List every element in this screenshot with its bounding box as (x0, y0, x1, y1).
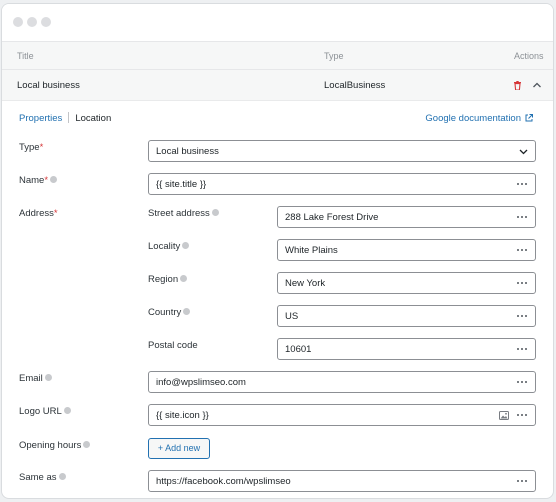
table-header: Title Type Actions (2, 41, 553, 70)
opening-hours-label-text: Opening hours (19, 440, 82, 451)
info-icon[interactable] (50, 176, 58, 183)
same-as-label: Same as (19, 472, 66, 483)
country-value: US (285, 311, 299, 322)
window-maximize-button[interactable] (41, 17, 51, 27)
postal-code-value: 10601 (285, 344, 312, 355)
info-icon[interactable] (183, 308, 191, 315)
info-icon[interactable] (58, 473, 66, 480)
type-label: Type* (19, 142, 43, 153)
schema-tabs: Properties Location (19, 112, 111, 124)
add-opening-hours-button[interactable]: + Add new (148, 438, 210, 459)
logo-url-value: {{ site.icon }} (156, 410, 209, 421)
region-label: Region (148, 274, 188, 285)
info-icon[interactable] (182, 242, 190, 249)
street-address-value: 288 Lake Forest Drive (285, 212, 379, 223)
address-label: Address* (19, 208, 58, 219)
required-marker: * (39, 142, 44, 153)
region-input[interactable]: New York (277, 272, 536, 294)
name-label: Name* (19, 175, 58, 186)
window-titlebar (2, 4, 553, 41)
trash-icon[interactable] (514, 81, 521, 90)
chevron-down-icon (519, 149, 528, 155)
chevron-up-icon[interactable] (532, 81, 542, 89)
opening-hours-label: Opening hours (19, 440, 91, 451)
info-icon[interactable] (83, 441, 91, 448)
locality-value: White Plains (285, 245, 338, 256)
locality-label-text: Locality (148, 241, 181, 252)
same-as-input[interactable]: https://facebook.com/wpslimseo (148, 470, 536, 492)
column-header-actions: Actions (514, 51, 544, 61)
email-input[interactable]: info@wpslimseo.com (148, 371, 536, 393)
more-options-icon[interactable] (517, 216, 528, 219)
more-options-icon[interactable] (517, 249, 528, 252)
column-header-title: Title (17, 51, 34, 61)
info-icon[interactable] (211, 209, 219, 216)
street-address-label-text: Street address (148, 208, 210, 219)
logo-url-label: Logo URL (19, 406, 71, 417)
email-label-text: Email (19, 373, 43, 384)
info-icon[interactable] (180, 275, 188, 282)
external-link-icon (525, 114, 533, 122)
region-value: New York (285, 278, 326, 289)
schema-row-type: LocalBusiness (324, 80, 386, 91)
type-select-value: Local business (156, 146, 219, 157)
window-minimize-button[interactable] (27, 17, 37, 27)
name-input-value: {{ site.title }} (156, 179, 207, 190)
email-value: info@wpslimseo.com (156, 377, 246, 388)
more-options-icon[interactable] (517, 381, 528, 384)
schema-row-title: Local business (17, 80, 80, 91)
same-as-value: https://facebook.com/wpslimseo (156, 476, 291, 487)
country-label-text: Country (148, 307, 182, 318)
google-documentation-label: Google documentation (425, 113, 521, 124)
required-marker: * (53, 208, 58, 219)
name-input[interactable]: {{ site.title }} (148, 173, 536, 195)
image-picker-icon[interactable] (499, 411, 509, 420)
type-select[interactable]: Local business (148, 140, 536, 162)
more-options-icon[interactable] (517, 315, 528, 318)
google-documentation-link[interactable]: Google documentation (425, 113, 533, 124)
country-label: Country (148, 307, 191, 318)
address-label-text: Address (19, 208, 54, 219)
logo-url-label-text: Logo URL (19, 406, 62, 417)
street-address-label: Street address (148, 208, 219, 219)
app-window: Title Type Actions Local business LocalB… (1, 3, 554, 499)
tab-location[interactable]: Location (75, 113, 111, 124)
name-label-text: Name (19, 175, 45, 186)
locality-input[interactable]: White Plains (277, 239, 536, 261)
column-header-type: Type (324, 51, 344, 61)
logo-url-input[interactable]: {{ site.icon }} (148, 404, 536, 426)
tab-properties[interactable]: Properties (19, 113, 62, 124)
email-label: Email (19, 373, 52, 384)
country-input[interactable]: US (277, 305, 536, 327)
more-options-icon[interactable] (517, 414, 528, 417)
required-marker: * (44, 175, 49, 186)
info-icon[interactable] (44, 374, 52, 381)
same-as-label-text: Same as (19, 472, 57, 483)
more-options-icon[interactable] (517, 282, 528, 285)
schema-row[interactable]: Local business LocalBusiness (2, 70, 553, 101)
postal-code-label: Postal code (148, 340, 198, 351)
window-close-button[interactable] (13, 17, 23, 27)
postal-code-input[interactable]: 10601 (277, 338, 536, 360)
more-options-icon[interactable] (517, 480, 528, 483)
type-label-text: Type (19, 142, 40, 153)
more-options-icon[interactable] (517, 348, 528, 351)
locality-label: Locality (148, 241, 190, 252)
more-options-icon[interactable] (517, 183, 528, 186)
region-label-text: Region (148, 274, 179, 285)
info-icon[interactable] (63, 407, 71, 414)
tab-divider (68, 112, 70, 123)
street-address-input[interactable]: 288 Lake Forest Drive (277, 206, 536, 228)
